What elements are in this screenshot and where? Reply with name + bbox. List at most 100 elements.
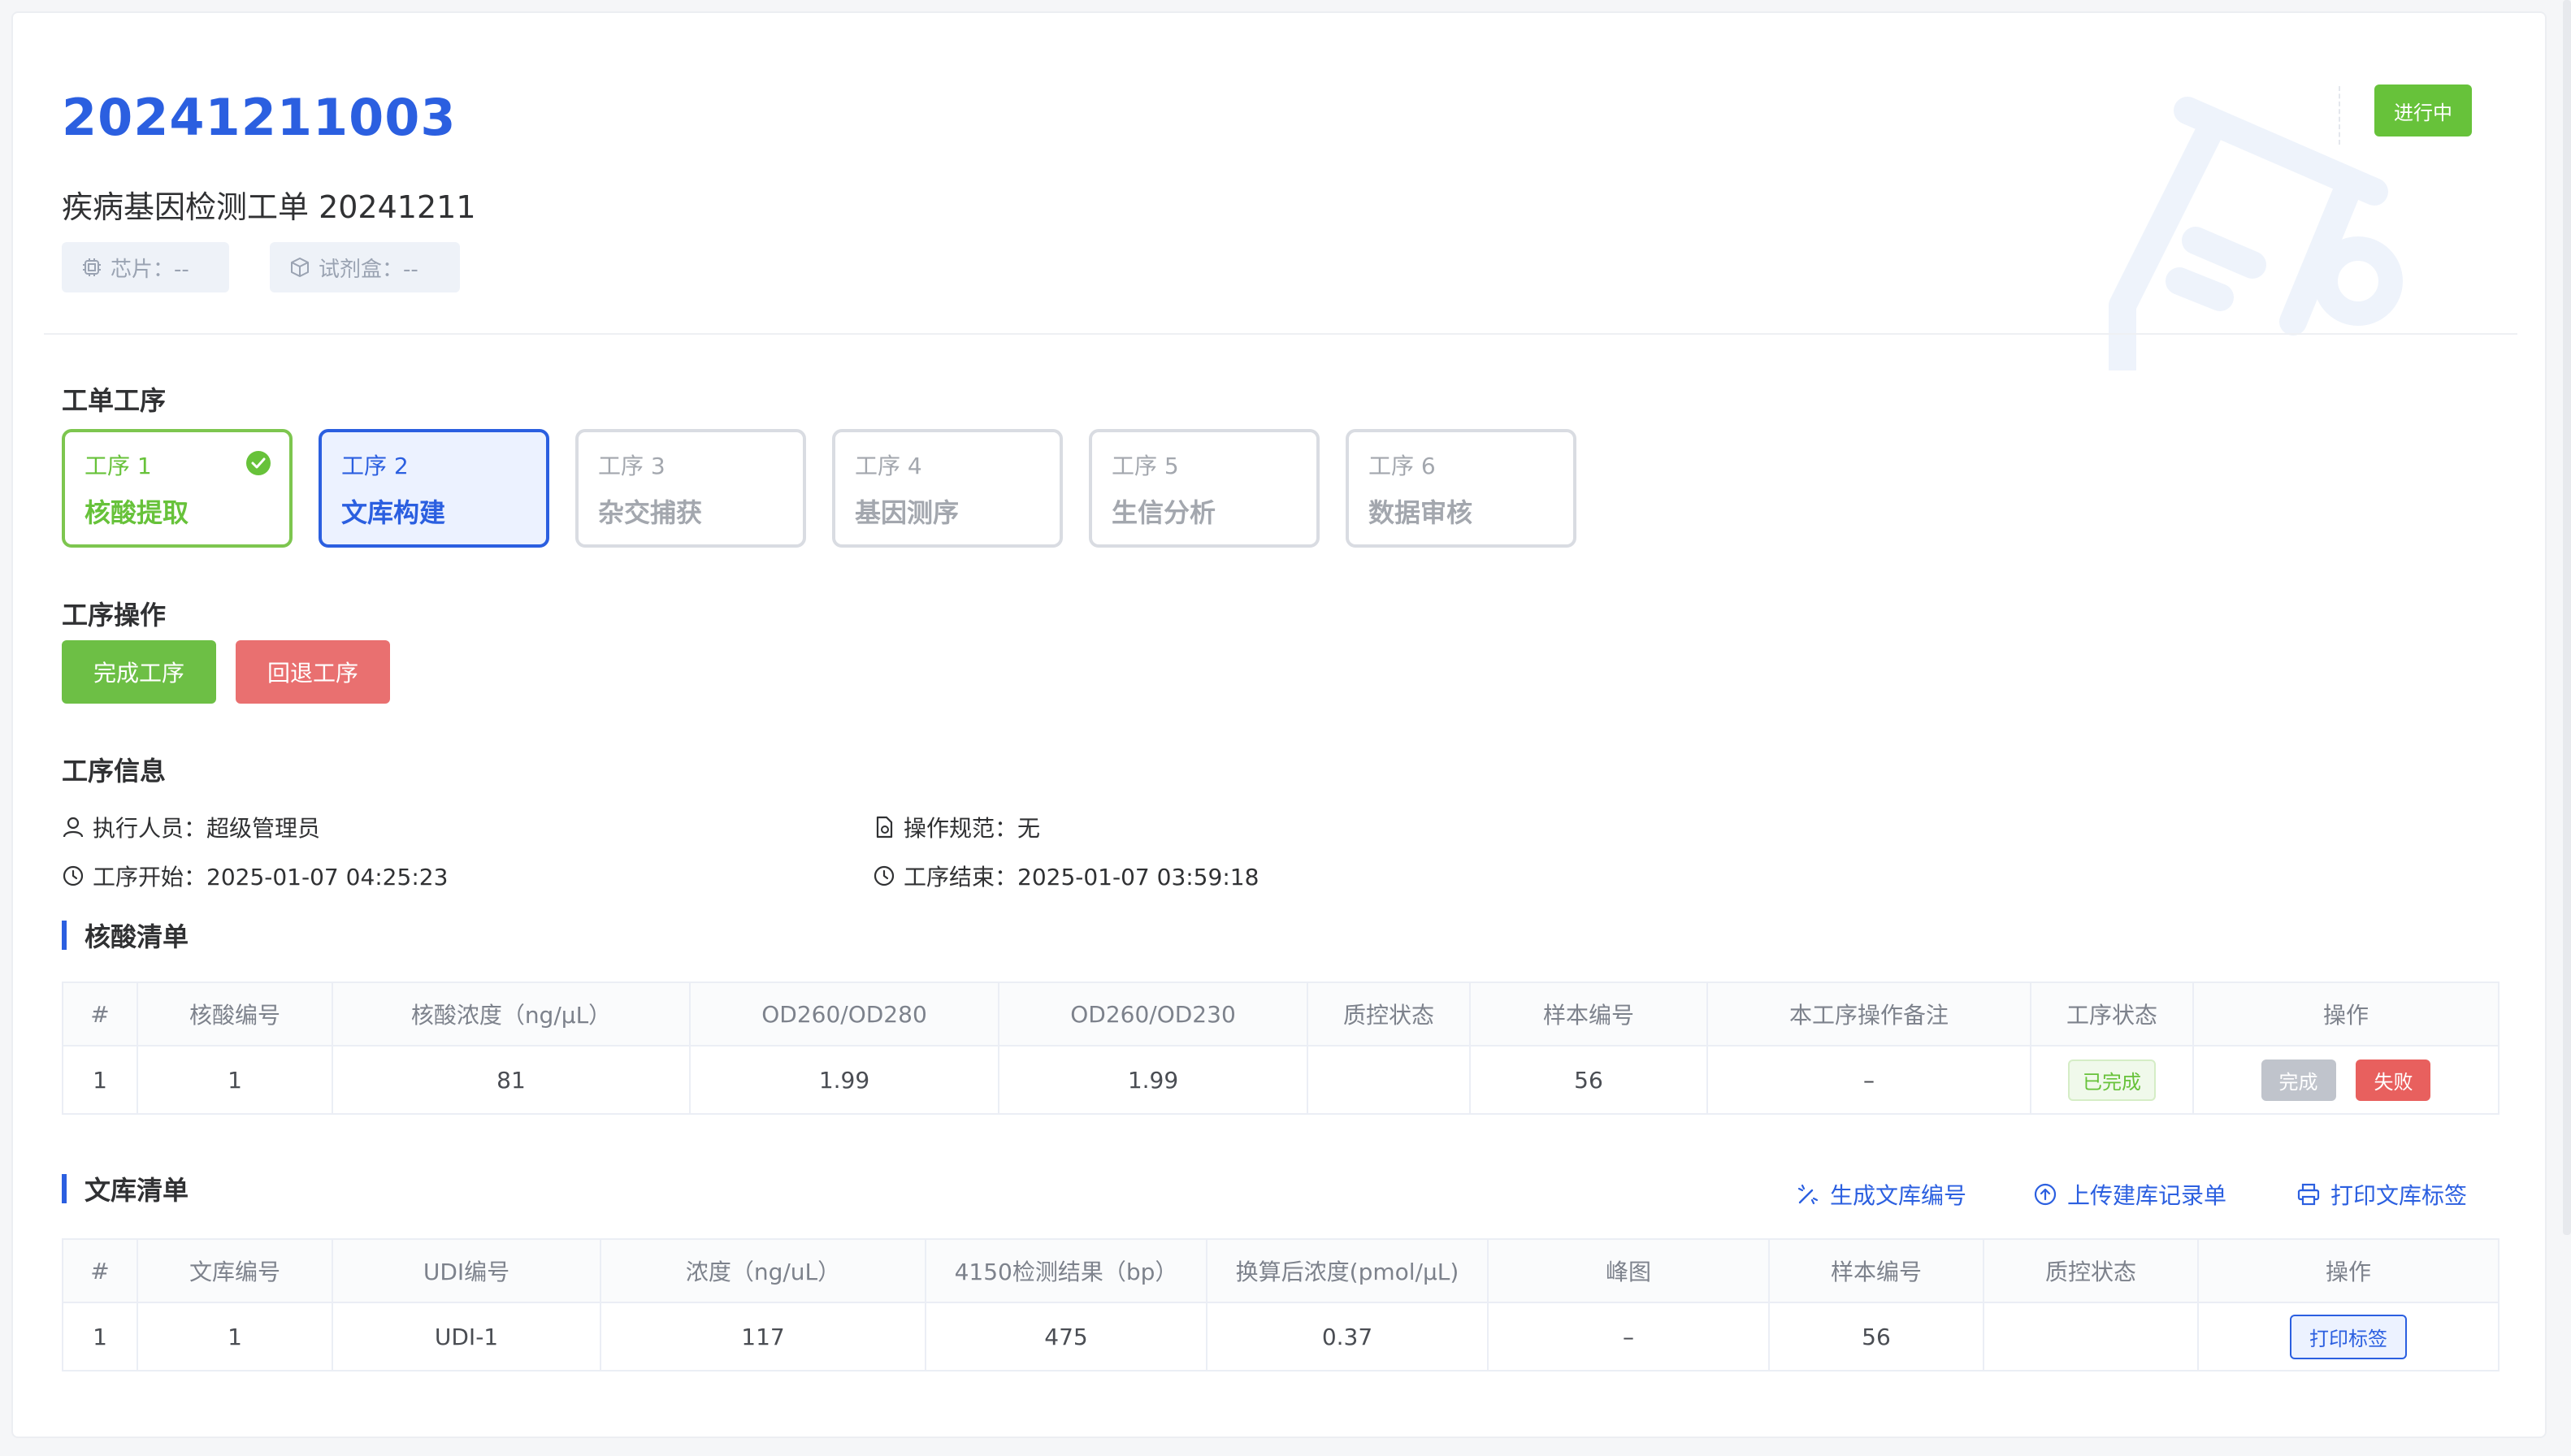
step-status-cell: 已完成 — [2030, 1045, 2194, 1115]
column-header: 浓度（ng/uL） — [600, 1238, 926, 1303]
chip-tag: 芯片：-- — [62, 242, 229, 292]
status-badge: 已完成 — [2068, 1059, 2156, 1101]
column-header: 操作 — [2197, 1238, 2499, 1303]
user-icon — [63, 817, 84, 838]
step-card-5[interactable]: 工序 5 生信分析 — [1089, 429, 1320, 548]
nucleic-code: 1 — [137, 1045, 333, 1115]
upload-record-label: 上传建库记录单 — [2067, 1182, 2227, 1209]
step-card-1[interactable]: 工序 1 核酸提取 — [62, 429, 293, 548]
library-table: # 文库编号 UDI编号 浓度（ng/uL） 4150检测结果（bp） 换算后浓… — [62, 1238, 2499, 1372]
end-time-text: 工序结束：2025-01-07 03:59:18 — [904, 864, 1259, 890]
nucleic-table: # 核酸编号 核酸浓度（ng/μL） OD260/OD280 OD260/OD2… — [62, 982, 2499, 1115]
table-row: 1 1 81 1.99 1.99 56 – 已完成 完成 失败 — [62, 1045, 2499, 1115]
status-divider — [2339, 86, 2340, 145]
title-accent-bar — [62, 1174, 67, 1203]
status-badge: 进行中 — [2374, 84, 2472, 136]
mark-fail-button[interactable]: 失败 — [2356, 1059, 2431, 1101]
fragment-size: 475 — [925, 1302, 1207, 1372]
step-number: 工序 5 — [1112, 453, 1179, 479]
step-card-6[interactable]: 工序 6 数据审核 — [1346, 429, 1576, 548]
column-header: 样本编号 — [1469, 982, 1708, 1046]
print-label-button[interactable]: 打印标签 — [2290, 1314, 2407, 1359]
step-number: 工序 3 — [598, 453, 666, 479]
od260-od280: 1.99 — [689, 1045, 999, 1115]
spec-text: 操作规范：无 — [904, 815, 1041, 842]
step-name: 数据审核 — [1368, 497, 1473, 528]
column-header: 文库编号 — [137, 1238, 333, 1303]
qc-status — [1307, 1045, 1471, 1115]
info-section-title: 工序信息 — [62, 756, 167, 786]
step-card-2[interactable]: 工序 2 文库构建 — [319, 429, 549, 548]
upload-circle-icon — [2034, 1183, 2057, 1206]
order-name: 疾病基因检测工单 20241211 — [62, 189, 476, 225]
step-name: 核酸提取 — [85, 497, 189, 528]
step-card-4[interactable]: 工序 4 基因测序 — [832, 429, 1063, 548]
library-concentration: 117 — [600, 1302, 926, 1372]
step-number: 工序 4 — [855, 453, 922, 479]
start-time-text: 工序开始：2025-01-07 04:25:23 — [93, 864, 449, 890]
generate-library-number-label: 生成文库编号 — [1830, 1182, 1967, 1209]
column-header: 工序状态 — [2030, 982, 2194, 1046]
operator-text: 执行人员：超级管理员 — [93, 815, 321, 842]
column-header: 核酸浓度（ng/μL） — [332, 982, 691, 1046]
mark-done-button[interactable]: 完成 — [2261, 1059, 2336, 1101]
column-header: 换算后浓度(pmol/μL) — [1206, 1238, 1489, 1303]
order-number: 20241211003 — [62, 88, 457, 147]
print-library-label-button[interactable]: 打印文库标签 — [2296, 1178, 2467, 1211]
column-header: UDI编号 — [332, 1238, 601, 1303]
box-icon — [291, 258, 309, 277]
column-header: OD260/OD230 — [998, 982, 1308, 1046]
rollback-step-button[interactable]: 回退工序 — [236, 640, 390, 704]
complete-step-button[interactable]: 完成工序 — [62, 640, 216, 704]
generate-library-number-button[interactable]: 生成文库编号 — [1796, 1178, 1966, 1211]
column-header: 质控状态 — [1983, 1238, 2199, 1303]
step-number: 工序 1 — [85, 453, 152, 479]
library-section-title: 文库清单 — [62, 1170, 189, 1207]
library-code: 1 — [137, 1302, 333, 1372]
step-name: 文库构建 — [341, 497, 446, 528]
check-circle-icon — [246, 451, 271, 475]
step-card-3[interactable]: 工序 3 杂交捕获 — [575, 429, 806, 548]
table-row: 1 1 UDI-1 117 475 0.37 – 56 打印标签 — [62, 1302, 2499, 1372]
start-time-info: 工序开始：2025-01-07 04:25:23 — [62, 860, 448, 892]
step-remark: – — [1706, 1045, 2031, 1115]
peak-chart: – — [1487, 1302, 1770, 1372]
document-settings-icon — [876, 816, 893, 838]
table-header-row: # 核酸编号 核酸浓度（ng/μL） OD260/OD280 OD260/OD2… — [62, 982, 2499, 1046]
spec-info: 操作规范：无 — [873, 811, 1040, 843]
kit-tag: 试剂盒：-- — [270, 242, 460, 292]
kit-label: 试剂盒：-- — [319, 257, 418, 282]
chip-label: 芯片：-- — [111, 257, 189, 282]
upload-record-button[interactable]: 上传建库记录单 — [2033, 1178, 2226, 1211]
title-accent-bar — [62, 921, 67, 950]
header-divider — [44, 333, 2517, 335]
clock-icon — [874, 865, 895, 886]
step-name: 生信分析 — [1112, 497, 1216, 528]
step-name: 基因测序 — [855, 497, 960, 528]
actions-cell: 打印标签 — [2197, 1302, 2499, 1372]
nucleic-concentration: 81 — [332, 1045, 691, 1115]
sample-code: 56 — [1469, 1045, 1708, 1115]
library-title-text: 文库清单 — [85, 1175, 189, 1206]
column-header: 峰图 — [1487, 1238, 1770, 1303]
column-header: # — [62, 1238, 138, 1303]
step-name: 杂交捕获 — [598, 497, 703, 528]
printer-icon — [2297, 1183, 2320, 1206]
work-order-card: 20241211003 疾病基因检测工单 20241211 芯片：-- 试剂盒：… — [11, 11, 2547, 1438]
operator-info: 执行人员：超级管理员 — [62, 811, 320, 843]
step-number: 工序 6 — [1368, 453, 1436, 479]
sample-code: 56 — [1768, 1302, 1984, 1372]
print-library-label-text: 打印文库标签 — [2330, 1182, 2468, 1209]
nucleic-title-text: 核酸清单 — [85, 921, 189, 952]
row-index: 1 — [62, 1045, 138, 1115]
column-header: 4150检测结果（bp） — [925, 1238, 1207, 1303]
table-header-row: # 文库编号 UDI编号 浓度（ng/uL） 4150检测结果（bp） 换算后浓… — [62, 1238, 2499, 1303]
molar-concentration: 0.37 — [1206, 1302, 1489, 1372]
od260-od230: 1.99 — [998, 1045, 1308, 1115]
column-header: 本工序操作备注 — [1706, 982, 2031, 1046]
column-header: 核酸编号 — [137, 982, 333, 1046]
chip-icon — [83, 258, 101, 276]
column-header: 质控状态 — [1307, 982, 1471, 1046]
udi-code: UDI-1 — [332, 1302, 601, 1372]
vertical-scrollbar[interactable] — [2563, 0, 2571, 1235]
